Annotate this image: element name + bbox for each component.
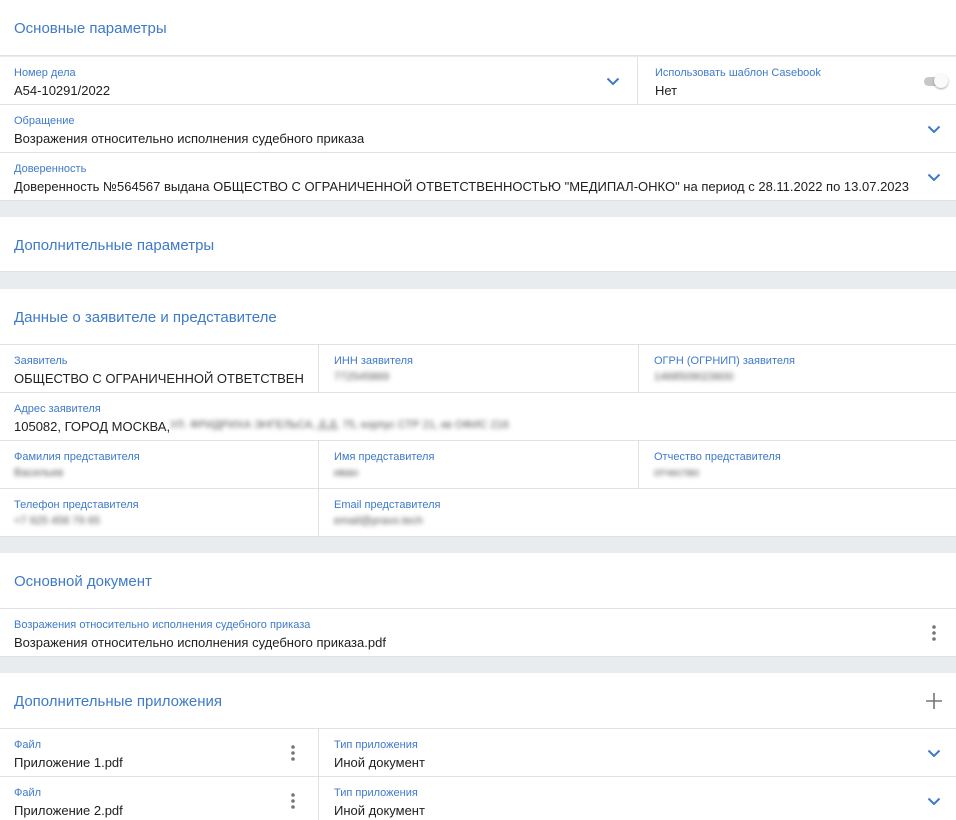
row-representative-contacts: Телефон представителя +7 925 458 79 65 E… [0, 489, 956, 537]
applicant-ogrn-field[interactable]: ОГРН (ОГРНИП) заявителя 1468509023600 [638, 345, 956, 393]
rep-patronymic-field[interactable]: Отчество представителя отчество [638, 441, 956, 489]
case-number-field[interactable]: Номер дела А54-10291/2022 [0, 57, 637, 105]
applicant-name-label: Заявитель [14, 355, 68, 367]
rep-patronymic-label: Отчество представителя [654, 451, 781, 463]
chevron-down-icon[interactable] [925, 744, 943, 762]
rep-phone-label: Телефон представителя [14, 499, 139, 511]
attachment-file-label: Файл [14, 787, 42, 799]
chevron-down-icon[interactable] [604, 72, 622, 90]
applicant-ogrn-value: 1468509023600 [654, 371, 734, 383]
rep-surname-field[interactable]: Фамилия представителя Васильев [0, 441, 318, 489]
attachments-header: Дополнительные приложения [0, 673, 956, 729]
power-of-attorney-field[interactable]: Доверенность Доверенность №564567 выдана… [0, 153, 956, 201]
casebook-label: Использовать шаблон Casebook [655, 67, 821, 79]
applicant-ogrn-label: ОГРН (ОГРНИП) заявителя [654, 355, 795, 367]
extra-params-header[interactable]: Дополнительные параметры [0, 217, 956, 272]
appeal-label: Обращение [14, 115, 75, 127]
applicant-address-hidden: УЛ. ФРИДРИХА ЭНГЕЛЬСА, Д.Д. 75, корпус С… [170, 419, 509, 431]
attachment-type-value: Иной документ [334, 755, 425, 770]
case-number-value: А54-10291/2022 [14, 83, 111, 98]
rep-patronymic-value: отчество [654, 467, 700, 479]
toggle-knob [934, 74, 948, 88]
chevron-down-icon[interactable] [925, 168, 943, 186]
chevron-down-icon[interactable] [925, 120, 943, 138]
appeal-value: Возражения относительно исполнения судеб… [14, 131, 365, 146]
attachment-type-label: Тип приложения [334, 739, 418, 751]
row-case-number: Номер дела А54-10291/2022 Использовать ш… [0, 57, 956, 105]
rep-email-label: Email представителя [334, 499, 441, 511]
section-title-main: Основные параметры [14, 20, 167, 37]
attachment-file-field[interactable]: Файл Приложение 2.pdf [0, 777, 318, 820]
casebook-toggle[interactable] [922, 74, 948, 88]
section-gap [0, 201, 956, 217]
main-doc-header: Основной документ [0, 553, 956, 609]
attachment-file-field[interactable]: Файл Приложение 1.pdf [0, 729, 318, 777]
section-title-applicant: Данные о заявителе и представителе [14, 309, 277, 326]
row-representative-name: Фамилия представителя Васильев Имя предс… [0, 441, 956, 489]
attachment-row: Файл Приложение 2.pdf Тип приложения Ино… [0, 777, 956, 820]
applicant-header: Данные о заявителе и представителе [0, 289, 956, 345]
main-doc-field: Возражения относительно исполнения судеб… [0, 609, 956, 657]
casebook-value: Нет [655, 83, 678, 98]
attachment-type-label: Тип приложения [334, 787, 418, 799]
row-applicant: Заявитель ОБЩЕСТВО С ОГРАНИЧЕННОЙ ОТВЕТС… [0, 345, 956, 393]
more-vert-icon[interactable] [284, 791, 302, 811]
attachment-file-value: Приложение 2.pdf [14, 803, 123, 818]
plus-icon[interactable] [925, 692, 943, 710]
rep-phone-field[interactable]: Телефон представителя +7 925 458 79 65 [0, 489, 318, 537]
applicant-address-field[interactable]: Адрес заявителя 105082, ГОРОД МОСКВА, УЛ… [0, 393, 956, 441]
attachment-type-value: Иной документ [334, 803, 425, 818]
more-vert-icon[interactable] [284, 743, 302, 763]
rep-surname-value: Васильев [14, 467, 64, 479]
main-params-header: Основные параметры [0, 0, 956, 56]
appeal-field[interactable]: Обращение Возражения относительно исполн… [0, 105, 956, 153]
section-title-main-doc: Основной документ [14, 573, 152, 590]
power-of-attorney-value: Доверенность №564567 выдана ОБЩЕСТВО С О… [14, 179, 909, 194]
rep-name-value: иван [334, 467, 359, 479]
applicant-address-label: Адрес заявителя [14, 403, 101, 415]
rep-name-label: Имя представителя [334, 451, 435, 463]
attachment-file-label: Файл [14, 739, 42, 751]
rep-surname-label: Фамилия представителя [14, 451, 140, 463]
main-doc-label: Возражения относительно исполнения судеб… [14, 619, 311, 631]
rep-email-value: email@pravo.tech [334, 515, 423, 527]
section-gap [0, 273, 956, 289]
attachment-type-field[interactable]: Тип приложения Иной документ [318, 777, 956, 820]
applicant-name-field[interactable]: Заявитель ОБЩЕСТВО С ОГРАНИЧЕННОЙ ОТВЕТС… [0, 345, 318, 393]
applicant-name-value: ОБЩЕСТВО С ОГРАНИЧЕННОЙ ОТВЕТСТВЕН… [14, 371, 304, 386]
chevron-down-icon[interactable] [925, 792, 943, 810]
applicant-inn-value: 772545869 [334, 371, 390, 383]
rep-phone-value: +7 925 458 79 65 [14, 515, 100, 527]
applicant-address-value: 105082, ГОРОД МОСКВА, [14, 419, 171, 434]
section-title-extra: Дополнительные параметры [14, 237, 215, 254]
rep-name-field[interactable]: Имя представителя иван [318, 441, 638, 489]
applicant-inn-label: ИНН заявителя [334, 355, 413, 367]
casebook-template-field: Использовать шаблон Casebook Нет [637, 57, 956, 105]
rep-email-field[interactable]: Email представителя email@pravo.tech [318, 489, 956, 537]
section-title-attachments: Дополнительные приложения [14, 693, 223, 710]
power-of-attorney-label: Доверенность [14, 163, 87, 175]
attachment-type-field[interactable]: Тип приложения Иной документ [318, 729, 956, 777]
section-gap [0, 537, 956, 553]
more-vert-icon[interactable] [925, 623, 943, 643]
case-number-label: Номер дела [14, 67, 76, 79]
applicant-inn-field[interactable]: ИНН заявителя 772545869 [318, 345, 638, 393]
main-doc-filename[interactable]: Возражения относительно исполнения судеб… [14, 635, 386, 650]
attachment-row: Файл Приложение 1.pdf Тип приложения Ино… [0, 729, 956, 777]
attachment-file-value: Приложение 1.pdf [14, 755, 123, 770]
section-gap [0, 657, 956, 673]
